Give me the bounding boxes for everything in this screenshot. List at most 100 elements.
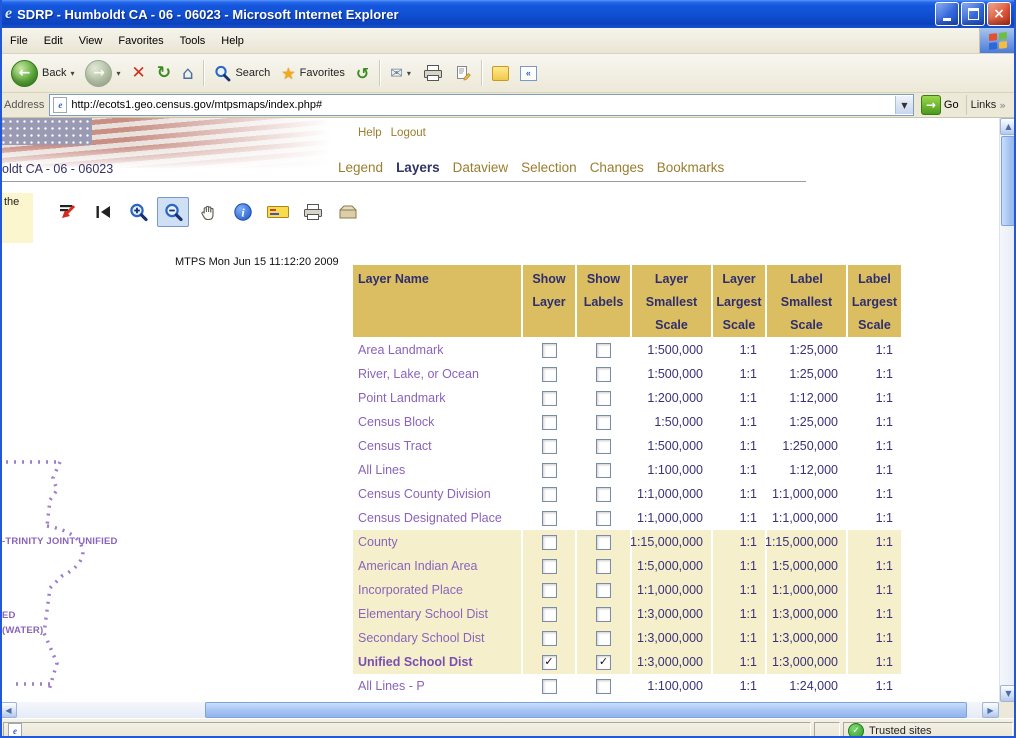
logout-link[interactable]: Logout <box>391 127 426 139</box>
show-layer-checkbox[interactable] <box>542 487 557 502</box>
home-button[interactable]: ⌂ <box>177 60 198 87</box>
scroll-left-icon[interactable]: ◀ <box>0 702 17 718</box>
show-labels-checkbox[interactable] <box>596 559 611 574</box>
forward-button[interactable]: → ▾ <box>80 57 125 90</box>
address-dropdown-icon[interactable]: ▼ <box>895 96 913 114</box>
show-layer-checkbox[interactable] <box>542 367 557 382</box>
layers-table: Layer NameShowLayerShowLabelsLayerSmalle… <box>353 265 901 698</box>
search-button[interactable]: Search <box>209 62 275 85</box>
horizontal-scrollbar[interactable]: ◀ ▶ <box>0 702 999 718</box>
show-labels-checkbox[interactable] <box>596 367 611 382</box>
scroll-down-icon[interactable]: ▼ <box>1000 685 1016 702</box>
checkbox-cell <box>523 338 575 362</box>
show-layer-checkbox[interactable] <box>542 559 557 574</box>
address-bar: Address e http://ecots1.geo.census.gov/m… <box>0 93 1016 118</box>
menu-item-edit[interactable]: Edit <box>36 31 71 51</box>
search-icon <box>214 65 231 82</box>
show-labels-checkbox[interactable] <box>596 439 611 454</box>
menu-item-help[interactable]: Help <box>213 31 252 51</box>
show-layer-checkbox[interactable] <box>542 679 557 694</box>
show-layer-checkbox[interactable] <box>542 391 557 406</box>
close-button[interactable]: × <box>987 2 1011 26</box>
back-dropdown-icon[interactable]: ▾ <box>70 69 74 78</box>
show-layer-checkbox[interactable] <box>542 463 557 478</box>
scale-value: 1:1 <box>713 434 765 458</box>
minimize-button[interactable] <box>935 2 959 26</box>
edit-button[interactable] <box>450 62 476 84</box>
show-labels-checkbox[interactable] <box>596 487 611 502</box>
layer-row: Area Landmark1:500,0001:11:25,0001:1 <box>353 338 901 362</box>
layer-row: Point Landmark1:200,0001:11:12,0001:1 <box>353 386 901 410</box>
show-labels-checkbox[interactable] <box>596 415 611 430</box>
show-layer-checkbox[interactable] <box>542 511 557 526</box>
page-icon: e <box>53 97 67 113</box>
show-layer-checkbox[interactable] <box>542 535 557 550</box>
note-icon <box>492 66 509 81</box>
layer-name: Elementary School Dist <box>353 602 521 626</box>
show-layer-checkbox[interactable] <box>542 439 557 454</box>
mail-button[interactable]: ✉▾ <box>385 61 416 85</box>
scroll-right-icon[interactable]: ▶ <box>982 702 999 718</box>
address-url[interactable]: http://ecots1.geo.census.gov/mtpsmaps/in… <box>71 99 891 111</box>
scale-value: 1:1 <box>848 458 901 482</box>
favorites-button[interactable]: ★ Favorites <box>276 61 350 86</box>
show-layer-checkbox[interactable] <box>542 343 557 358</box>
nav-dataview[interactable]: Dataview <box>453 160 509 175</box>
scale-value: 1:1 <box>713 554 765 578</box>
district-label: (WATER) <box>2 625 43 636</box>
map-canvas[interactable] <box>0 118 352 702</box>
checkbox-cell <box>523 626 575 650</box>
print-button[interactable] <box>417 60 449 86</box>
go-button[interactable]: → Go <box>919 95 961 115</box>
scale-value: 1:3,000,000 <box>632 626 711 650</box>
show-labels-checkbox[interactable] <box>596 655 611 670</box>
history-button[interactable]: ↺ <box>351 61 374 86</box>
menu-item-favorites[interactable]: Favorites <box>110 31 171 51</box>
menu-item-file[interactable]: File <box>2 31 36 51</box>
links-button[interactable]: Links » <box>966 95 1012 115</box>
layer-name: Incorporated Place <box>353 578 521 602</box>
help-link[interactable]: Help <box>358 127 382 139</box>
forward-dropdown-icon[interactable]: ▾ <box>116 69 120 78</box>
show-labels-checkbox[interactable] <box>596 607 611 622</box>
refresh-button[interactable]: ↻ <box>152 60 176 86</box>
show-labels-checkbox[interactable] <box>596 391 611 406</box>
show-layer-checkbox[interactable] <box>542 655 557 670</box>
discuss-button[interactable]: « <box>515 63 542 84</box>
show-labels-checkbox[interactable] <box>596 583 611 598</box>
show-layer-checkbox[interactable] <box>542 631 557 646</box>
vertical-scrollbar[interactable]: ▲ ▼ <box>999 118 1016 702</box>
menu-bar: FileEditViewFavoritesToolsHelp <box>0 28 1016 54</box>
show-labels-checkbox[interactable] <box>596 463 611 478</box>
vertical-scroll-thumb[interactable] <box>1001 136 1016 226</box>
notes-button[interactable] <box>487 63 514 84</box>
show-layer-checkbox[interactable] <box>542 583 557 598</box>
stop-button[interactable]: ✕ <box>127 60 151 86</box>
menu-item-view[interactable]: View <box>71 31 111 51</box>
show-layer-checkbox[interactable] <box>542 607 557 622</box>
scroll-up-icon[interactable]: ▲ <box>1000 118 1016 135</box>
column-header: ShowLabels <box>577 265 630 337</box>
mail-dropdown-icon[interactable]: ▾ <box>407 69 411 78</box>
nav-layers[interactable]: Layers <box>396 160 440 175</box>
scale-value: 1:500,000 <box>632 434 711 458</box>
scale-value: 1:500,000 <box>632 338 711 362</box>
menu-item-tools[interactable]: Tools <box>172 31 214 51</box>
checkbox-cell <box>577 482 630 506</box>
horizontal-scroll-thumb[interactable] <box>205 702 967 718</box>
back-button[interactable]: ← Back ▾ <box>6 57 79 90</box>
show-labels-checkbox[interactable] <box>596 535 611 550</box>
show-layer-checkbox[interactable] <box>542 415 557 430</box>
nav-selection[interactable]: Selection <box>521 160 577 175</box>
show-labels-checkbox[interactable] <box>596 631 611 646</box>
address-label: Address <box>4 99 44 111</box>
show-labels-checkbox[interactable] <box>596 511 611 526</box>
scale-value: 1:1 <box>848 530 901 554</box>
layer-name: Secondary School Dist <box>353 626 521 650</box>
nav-changes[interactable]: Changes <box>590 160 644 175</box>
show-labels-checkbox[interactable] <box>596 343 611 358</box>
address-input[interactable]: e http://ecots1.geo.census.gov/mtpsmaps/… <box>49 94 914 116</box>
nav-bookmarks[interactable]: Bookmarks <box>657 160 725 175</box>
maximize-button[interactable] <box>961 2 985 26</box>
show-labels-checkbox[interactable] <box>596 679 611 694</box>
